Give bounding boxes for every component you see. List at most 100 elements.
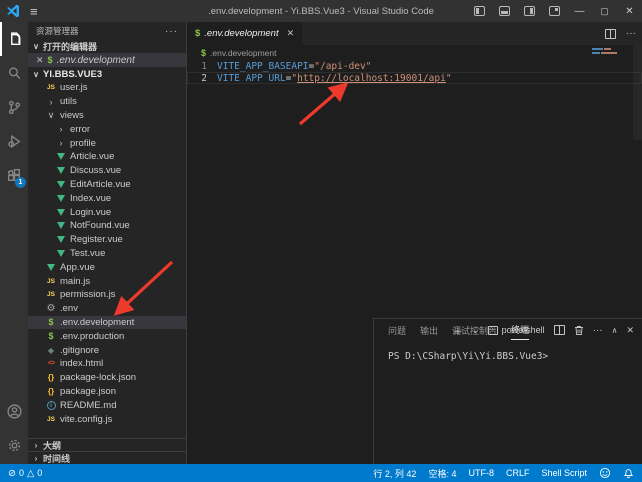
panel-tab-输出[interactable]: 输出 [420, 321, 438, 340]
account-icon[interactable] [0, 394, 28, 428]
encoding-setting[interactable]: UTF-8 [468, 468, 494, 478]
code-line-1[interactable]: 1 VITE_APP_BASEAPI="/api-dev" [187, 60, 642, 72]
tree-item-profile[interactable]: ›profile [28, 136, 186, 150]
code-line-2[interactable]: 2 VITE_APP_URL="http://localhost:19001/a… [187, 72, 642, 84]
split-terminal-icon[interactable] [554, 325, 565, 335]
warning-icon: △ [27, 468, 34, 479]
tab-close-icon[interactable]: ✕ [287, 28, 295, 39]
json-icon: {} [46, 373, 56, 382]
tree-item-label: App.vue [60, 262, 95, 273]
terminal-dropdown-icon[interactable]: ⌄ [472, 326, 479, 335]
tree-item-NotFound.vue[interactable]: NotFound.vue [28, 219, 186, 233]
minimize-button[interactable]: — [567, 0, 592, 22]
cursor-position[interactable]: 行 2, 列 42 [373, 467, 416, 480]
shell-selector[interactable]: › powershell [488, 325, 545, 335]
run-and-debug-icon[interactable] [0, 124, 28, 158]
open-editor-item[interactable]: ✕ $ .env.development [28, 53, 186, 67]
html-icon: <> [46, 360, 56, 367]
language-mode[interactable]: Shell Script [541, 468, 587, 478]
outline-label: 大纲 [43, 439, 61, 452]
maximize-panel-icon[interactable]: ∧ [612, 326, 618, 335]
minimap[interactable] [592, 48, 628, 56]
problems-indicator[interactable]: ⊘ 0 △ 0 [8, 468, 42, 479]
tree-item-label: Index.vue [70, 193, 111, 204]
dollar-icon: $ [195, 28, 200, 39]
indentation-setting[interactable]: 空格: 4 [428, 467, 456, 480]
tree-item-main.js[interactable]: JSmain.js [28, 274, 186, 288]
git-icon: ◆ [46, 346, 56, 355]
tree-item-views[interactable]: ∨views [28, 109, 186, 123]
hamburger-menu-icon[interactable]: ≡ [30, 4, 38, 19]
tree-item-label: NotFound.vue [70, 220, 130, 231]
line-number: 2 [187, 73, 217, 84]
extensions-icon[interactable]: 1 [0, 158, 28, 192]
tree-item-.env.production[interactable]: $.env.production [28, 329, 186, 343]
open-editors-section[interactable]: ∨ 打开的编辑器 [28, 40, 186, 53]
tree-item-Index.vue[interactable]: Index.vue [28, 191, 186, 205]
timeline-section[interactable]: › 时间线 [28, 451, 186, 464]
panel-more-icon[interactable]: ··· [593, 325, 603, 336]
maximize-button[interactable]: ▢ [592, 0, 617, 22]
close-button[interactable]: ✕ [617, 0, 642, 22]
tree-item-.gitignore[interactable]: ◆ .gitignore [28, 343, 186, 357]
terminal-output[interactable]: PS D:\CSharp\Yi\Yi.BBS.Vue3> [374, 341, 642, 362]
search-icon[interactable] [0, 56, 28, 90]
tree-item-Register.vue[interactable]: Register.vue [28, 233, 186, 247]
close-panel-icon[interactable]: ✕ [626, 325, 634, 336]
settings-gear-icon[interactable] [0, 428, 28, 462]
explorer-more-icon[interactable]: ··· [165, 26, 178, 37]
url-link[interactable]: http://localhost:19001/api [297, 73, 446, 84]
tree-item-Login.vue[interactable]: Login.vue [28, 205, 186, 219]
chevron-down-icon: ∨ [32, 70, 40, 79]
new-terminal-icon[interactable]: ＋ [453, 323, 463, 338]
customize-layout-icon[interactable] [542, 0, 567, 22]
toggle-panel-icon[interactable] [492, 0, 517, 22]
tree-item-label: user.js [60, 82, 87, 93]
tree-item-App.vue[interactable]: App.vue [28, 260, 186, 274]
outline-section[interactable]: › 大纲 [28, 438, 186, 451]
tree-item-package-lock.json[interactable]: {}package-lock.json [28, 371, 186, 385]
editor-more-icon[interactable]: ··· [626, 28, 636, 39]
env-key: VITE_APP_BASEAPI [217, 61, 309, 72]
tree-item-utils[interactable]: ›utils [28, 95, 186, 109]
source-control-icon[interactable] [0, 90, 28, 124]
project-root-folder[interactable]: ∨ YI.BBS.VUE3 [28, 67, 186, 81]
tree-item-EditArticle.vue[interactable]: EditArticle.vue [28, 178, 186, 192]
tree-item-Test.vue[interactable]: Test.vue [28, 247, 186, 261]
breadcrumb[interactable]: $ .env.development [187, 45, 642, 60]
tree-item-Discuss.vue[interactable]: Discuss.vue [28, 164, 186, 178]
shell-label: powershell [502, 325, 545, 335]
tab-label: .env.development [204, 28, 278, 39]
tree-item-index.html[interactable]: <>index.html [28, 357, 186, 371]
error-count: 0 [19, 468, 24, 478]
tree-item-.env.development[interactable]: $.env.development [28, 316, 186, 330]
close-icon[interactable]: ✕ [36, 55, 44, 66]
panel-tab-问题[interactable]: 问题 [388, 321, 406, 340]
vue-icon [56, 222, 66, 229]
kill-terminal-trash-icon[interactable] [574, 325, 584, 336]
tree-item-label: main.js [60, 276, 90, 287]
tree-item-vite.config.js[interactable]: JSvite.config.js [28, 412, 186, 426]
tree-item-Article.vue[interactable]: Article.vue [28, 150, 186, 164]
code-editor[interactable]: 1 VITE_APP_BASEAPI="/api-dev" 2 VITE_APP… [187, 60, 642, 84]
tree-item-package.json[interactable]: {}package.json [28, 385, 186, 399]
timeline-label: 时间线 [43, 452, 70, 465]
notifications-bell-icon[interactable] [623, 467, 634, 479]
tree-item-.env[interactable]: ⚙.env [28, 302, 186, 316]
eol-setting[interactable]: CRLF [506, 468, 530, 478]
tree-item-README.md[interactable]: iREADME.md [28, 398, 186, 412]
split-editor-icon[interactable] [605, 29, 616, 39]
toggle-primary-sidebar-icon[interactable] [467, 0, 492, 22]
workbench: 1 资源管理器 ··· ∨ 打开的编辑器 ✕ $ .env.developmen… [0, 22, 642, 464]
project-root-label: YI.BBS.VUE3 [43, 69, 102, 80]
tree-item-user.js[interactable]: JSuser.js [28, 81, 186, 95]
feedback-smiley-icon[interactable] [599, 467, 611, 479]
tree-item-permission.js[interactable]: JSpermission.js [28, 288, 186, 302]
explorer-icon[interactable] [0, 22, 28, 56]
tree-item-error[interactable]: ›error [28, 122, 186, 136]
toggle-secondary-sidebar-icon[interactable] [517, 0, 542, 22]
sidebar-explorer: 资源管理器 ··· ∨ 打开的编辑器 ✕ $ .env.development … [28, 22, 186, 464]
editor-scrollbar[interactable] [633, 45, 642, 140]
tab-env-development[interactable]: $ .env.development ✕ [187, 22, 302, 45]
tree-item-label: .gitignore [60, 345, 99, 356]
